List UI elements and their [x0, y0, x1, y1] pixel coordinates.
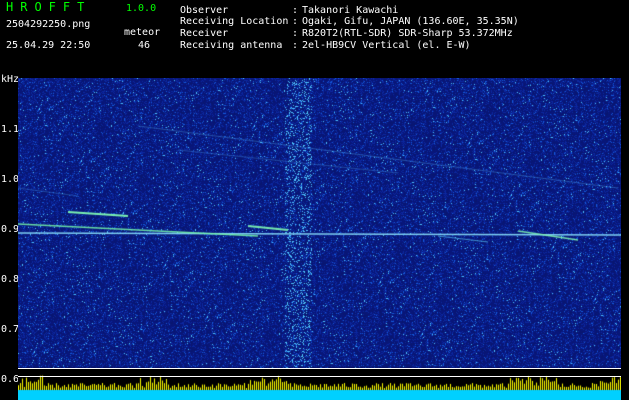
y-axis-unit: kHz — [1, 74, 20, 85]
observer-value: Takanori Kawachi — [302, 5, 399, 16]
app-title: HROFFT — [6, 0, 92, 14]
file-name: 2504292250.png — [6, 19, 91, 30]
y-tick-label: 0.8 — [1, 274, 20, 285]
antenna-label: Receiving antenna — [180, 40, 283, 51]
receiver-value: R820T2(RTL-SDR) SDR-Sharp 53.372MHz — [302, 28, 513, 39]
meteor-label: meteor — [124, 27, 161, 38]
location-label: Receiving Location — [180, 16, 289, 27]
y-tick-label: 1.1 — [1, 124, 20, 135]
y-tick-label: 0.6 — [1, 374, 20, 385]
bottom-divider-line — [18, 368, 621, 369]
y-tick-label: 0.9 — [1, 224, 20, 235]
spectrogram-canvas — [18, 78, 621, 400]
hrofft-window: HROFFT 1.0.0 2504292250.png meteor 25.04… — [0, 0, 629, 400]
antenna-value: 2el-HB9CV Vertical (el. E-W) — [302, 40, 471, 51]
location-separator: : — [292, 16, 299, 27]
date-time: 25.04.29 22:50 — [6, 40, 91, 51]
receiver-label: Receiver — [180, 28, 229, 39]
antenna-separator: : — [292, 40, 299, 51]
bottom-divider-line — [18, 376, 621, 377]
receiver-separator: : — [292, 28, 299, 39]
meteor-count: 46 — [138, 40, 151, 51]
location-value: Ogaki, Gifu, JAPAN (136.60E, 35.35N) — [302, 16, 519, 27]
app-version: 1.0.0 — [126, 3, 157, 14]
observer-label: Observer — [180, 5, 229, 16]
observer-separator: : — [292, 5, 299, 16]
y-tick-label: 1.0 — [1, 174, 20, 185]
y-tick-label: 0.7 — [1, 324, 20, 335]
